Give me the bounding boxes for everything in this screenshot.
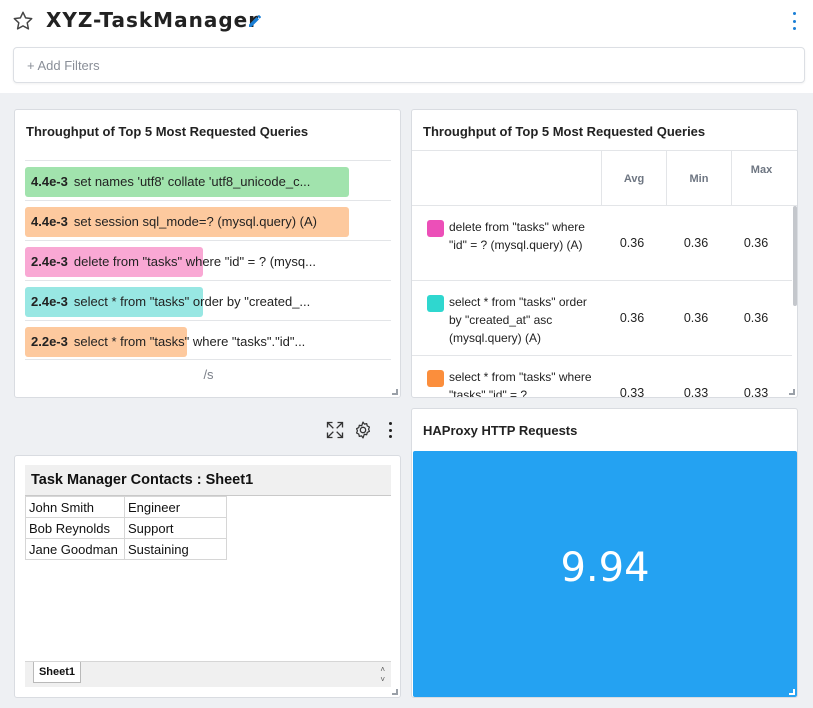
bar-value: 2.4e-3: [31, 254, 68, 269]
bar-list: 4.4e-3 set names 'utf8' collate 'utf8_uni…: [25, 160, 391, 360]
cell-min: 0.33: [683, 386, 709, 398]
throughput-bar-panel: Throughput of Top 5 Most Requested Queri…: [14, 109, 401, 398]
bar-query: select * from "tasks" order by "created_…: [73, 294, 311, 309]
expand-icon[interactable]: [325, 420, 345, 440]
resize-handle[interactable]: [789, 689, 795, 695]
table-row: Bob Reynolds Support: [25, 517, 227, 539]
bar-value: 4.4e-3: [31, 174, 68, 189]
table-body: delete from "tasks" where "id" = ? (mysq…: [412, 206, 792, 398]
big-number: 9.94: [560, 545, 650, 591]
table-row: Jane Goodman Sustaining: [25, 538, 227, 560]
dashboard-title: XYZ-TaskManager: [46, 8, 260, 32]
sheet-grid: John Smith Engineer Bob Reynolds Support…: [25, 496, 227, 560]
resize-handle[interactable]: [789, 389, 795, 395]
cell-avg: 0.36: [619, 236, 645, 250]
bar-query: set session sql_mode=? (mysql.query) (A): [73, 214, 317, 229]
star-icon[interactable]: [12, 10, 34, 32]
resize-handle[interactable]: [392, 689, 398, 695]
panel-title: Throughput of Top 5 Most Requested Queri…: [26, 124, 309, 139]
spreadsheet-panel: Task Manager Contacts : Sheet1 John Smit…: [14, 455, 401, 698]
add-filters-label: + Add Filters: [27, 58, 100, 73]
cell-max: 0.36: [743, 236, 769, 250]
series-swatch: [427, 370, 444, 387]
haproxy-panel: HAProxy HTTP Requests 9.94: [411, 408, 798, 698]
table-header: Avg Min Max: [412, 150, 797, 206]
list-item[interactable]: 2.4e-3 delete from "tasks" where "id" = ?…: [25, 240, 391, 280]
panel-title: Throughput of Top 5 Most Requested Queri…: [423, 124, 706, 139]
bar-label: 4.4e-3 set session sql_mode=? (mysql.quer…: [31, 214, 336, 229]
table-row[interactable]: delete from "tasks" where "id" = ? (mysq…: [412, 206, 792, 281]
cell-avg: 0.36: [619, 311, 645, 325]
list-item[interactable]: 4.4e-3 set names 'utf8' collate 'utf8_uni…: [25, 160, 391, 200]
cell-max: 0.36: [743, 311, 769, 325]
column-header-max[interactable]: Max: [731, 151, 791, 205]
sheet-tab-bar: Sheet1 ˄ ˅: [25, 661, 391, 687]
cell-min: 0.36: [683, 311, 709, 325]
add-filters-input[interactable]: + Add Filters: [13, 47, 805, 83]
query-text: select * from "tasks" where "tasks"."id"…: [449, 370, 592, 398]
bar-query: delete from "tasks" where "id" = ? (mysq…: [73, 254, 316, 269]
list-item[interactable]: 2.2e-3 select * from "tasks" where "tasks…: [25, 320, 391, 360]
bar-query: select * from "tasks" where "tasks"."id"…: [73, 334, 306, 349]
bar-value: 4.4e-3: [31, 214, 68, 229]
sheet-scroll-arrows-icon[interactable]: ˄ ˅: [380, 665, 385, 685]
query-text: delete from "tasks" where "id" = ? (mysq…: [449, 220, 585, 252]
cell-min: 0.36: [683, 236, 709, 250]
bar-value: 2.4e-3: [31, 294, 68, 309]
table-row: John Smith Engineer: [25, 496, 227, 518]
bar-label: 2.4e-3 select * from "tasks" order by "cr…: [31, 294, 336, 309]
dashboard-header: XYZ-TaskManager + Add Filters: [0, 0, 813, 93]
unit-label: /s: [203, 367, 214, 382]
sheet-cell[interactable]: Sustaining: [124, 538, 227, 560]
sheet-cell[interactable]: Jane Goodman: [25, 538, 125, 560]
cell-avg: 0.33: [619, 386, 645, 398]
table-row[interactable]: select * from "tasks" order by "created_…: [412, 281, 792, 356]
more-vertical-icon[interactable]: [791, 12, 797, 30]
panel-title: HAProxy HTTP Requests: [423, 423, 578, 438]
value-tile: 9.94: [413, 451, 797, 697]
sheet-title: Task Manager Contacts : Sheet1: [31, 472, 254, 488]
column-header-min[interactable]: Min: [666, 151, 731, 205]
query-text: select * from "tasks" order by "created_…: [449, 295, 587, 345]
bar-label: 2.4e-3 delete from "tasks" where "id" = ?…: [31, 254, 336, 269]
list-item[interactable]: 2.4e-3 select * from "tasks" order by "cr…: [25, 280, 391, 320]
gear-icon[interactable]: [353, 420, 373, 440]
bar-label: 2.2e-3 select * from "tasks" where "tasks…: [31, 334, 336, 349]
sheet-cell[interactable]: John Smith: [25, 496, 125, 518]
bar-label: 4.4e-3 set names 'utf8' collate 'utf8_uni…: [31, 174, 336, 189]
pencil-icon[interactable]: [247, 13, 263, 29]
resize-handle[interactable]: [392, 389, 398, 395]
sheet-title-bar: Task Manager Contacts : Sheet1: [25, 465, 391, 496]
throughput-table-panel: Throughput of Top 5 Most Requested Queri…: [411, 109, 798, 398]
list-item[interactable]: 4.4e-3 set session sql_mode=? (mysql.quer…: [25, 200, 391, 240]
bar-query: set names 'utf8' collate 'utf8_unicode_c…: [73, 174, 311, 189]
sheet-cell[interactable]: Bob Reynolds: [25, 517, 125, 539]
table-row[interactable]: select * from "tasks" where "tasks"."id"…: [412, 356, 792, 398]
scrollbar[interactable]: [793, 206, 797, 306]
series-swatch: [427, 295, 444, 312]
sheet-cell[interactable]: Engineer: [124, 496, 227, 518]
cell-max: 0.33: [743, 386, 769, 398]
more-vertical-icon[interactable]: [380, 420, 400, 440]
sheet-cell[interactable]: Support: [124, 517, 227, 539]
bar-value: 2.2e-3: [31, 334, 68, 349]
series-swatch: [427, 220, 444, 237]
column-header-avg[interactable]: Avg: [601, 151, 666, 205]
sheet-tab[interactable]: Sheet1: [33, 662, 81, 683]
